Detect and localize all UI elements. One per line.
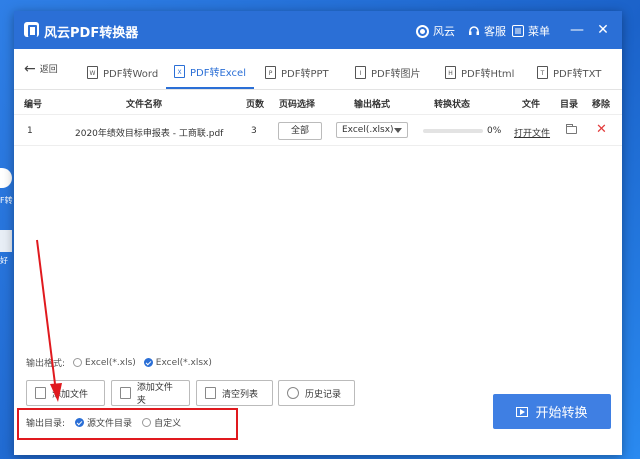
add-file-button[interactable]: 添加文件 bbox=[26, 380, 105, 406]
menu-icon bbox=[512, 25, 524, 37]
tab-pdf-ppt[interactable]: P PDF转PPT bbox=[265, 55, 329, 89]
menu-button[interactable]: 菜单 bbox=[512, 23, 550, 39]
file-txt-icon: T bbox=[537, 65, 548, 79]
tab-pdf-word[interactable]: W PDF转Word bbox=[87, 55, 158, 89]
table-row: 1 2020年绩效目标申报表 - 工商联.pdf 3 全部 Excel(.xls… bbox=[14, 118, 622, 146]
col-file: 文件 bbox=[522, 100, 541, 110]
close-button[interactable]: ✕ bbox=[592, 19, 614, 41]
radio-checked-icon bbox=[143, 358, 153, 367]
output-format-label: 输出格式: bbox=[26, 359, 66, 369]
add-file-label: 添加文件 bbox=[52, 389, 89, 400]
col-filename: 文件名称 bbox=[126, 100, 163, 110]
desktop-file-icon[interactable] bbox=[0, 230, 12, 252]
service-label: 客服 bbox=[484, 25, 506, 38]
file-ppt-icon: P bbox=[265, 65, 276, 79]
folder-icon[interactable] bbox=[566, 124, 577, 134]
app-title: 风云PDF转换器 bbox=[44, 26, 139, 41]
service-button[interactable]: 客服 bbox=[468, 23, 506, 39]
row-pages: 3 bbox=[251, 126, 257, 136]
row-index: 1 bbox=[27, 126, 33, 136]
desktop-app-label: F转 bbox=[0, 196, 13, 205]
menu-label: 菜单 bbox=[528, 25, 550, 38]
highlight-box bbox=[17, 408, 238, 440]
start-convert-label: 开始转换 bbox=[535, 406, 588, 421]
tab-bar: ← 返回 W PDF转Word X PDF转Excel P PDF转PPT I … bbox=[14, 49, 622, 90]
col-status: 转换状态 bbox=[434, 100, 471, 110]
history-button[interactable]: 历史记录 bbox=[278, 380, 355, 406]
col-page-select: 页码选择 bbox=[279, 100, 316, 110]
tab-pdf-html[interactable]: H PDF转Html bbox=[445, 55, 514, 89]
tab-pdf-excel[interactable]: X PDF转Excel bbox=[166, 55, 254, 89]
file-html-icon: H bbox=[445, 65, 456, 79]
folder-add-icon bbox=[120, 387, 131, 399]
open-file-link[interactable]: 打开文件 bbox=[514, 126, 550, 139]
desktop-app-icon[interactable] bbox=[0, 168, 12, 188]
add-folder-button[interactable]: 添加文件夹 bbox=[111, 380, 190, 406]
trash-icon bbox=[205, 387, 216, 399]
user-label: 风云 bbox=[433, 25, 455, 38]
tab-label: PDF转Word bbox=[103, 68, 159, 80]
row-filename: 2020年绩效目标申报表 - 工商联.pdf bbox=[75, 129, 224, 139]
col-dir: 目录 bbox=[560, 100, 579, 110]
col-pages: 页数 bbox=[246, 100, 265, 110]
tab-label: PDF转TXT bbox=[553, 68, 602, 80]
app-window: 风云PDF转换器 风云 客服 菜单 — ✕ ← 返回 W PDF转Word X … bbox=[14, 11, 622, 455]
file-word-icon: W bbox=[87, 65, 98, 79]
desktop-file-label: 好 bbox=[0, 256, 8, 265]
history-label: 历史记录 bbox=[305, 389, 342, 400]
clear-list-label: 清空列表 bbox=[222, 389, 259, 400]
headset-icon bbox=[469, 26, 479, 35]
output-format-row: 输出格式: Excel(*.xls) Excel(*.xlsx) bbox=[26, 356, 212, 370]
col-index: 编号 bbox=[24, 100, 43, 110]
clock-icon bbox=[287, 387, 299, 399]
chevron-down-icon bbox=[394, 128, 402, 133]
file-image-icon: I bbox=[355, 65, 366, 79]
format-option-label: Excel(*.xlsx) bbox=[155, 357, 212, 368]
format-option-xlsx[interactable]: Excel(*.xlsx) bbox=[143, 357, 212, 368]
table-header: 编号 文件名称 页数 页码选择 输出格式 转换状态 文件 目录 移除 bbox=[14, 92, 622, 115]
file-excel-icon: X bbox=[174, 64, 185, 78]
col-remove: 移除 bbox=[592, 100, 611, 110]
logo-icon bbox=[24, 22, 39, 37]
col-format: 输出格式 bbox=[354, 100, 391, 110]
format-select[interactable]: Excel(.xlsx) bbox=[336, 122, 408, 138]
add-folder-label: 添加文件夹 bbox=[136, 383, 173, 406]
file-add-icon bbox=[35, 387, 46, 399]
format-option-label: Excel(*.xls) bbox=[85, 357, 136, 368]
tab-label: PDF转Excel bbox=[190, 67, 246, 79]
progress-text: 0% bbox=[487, 126, 502, 136]
radio-icon bbox=[73, 358, 83, 367]
back-label: 返回 bbox=[39, 65, 58, 75]
remove-icon[interactable]: ✕ bbox=[596, 122, 607, 137]
tab-label: PDF转图片 bbox=[371, 68, 421, 80]
back-arrow-icon: ← bbox=[24, 60, 36, 77]
tab-pdf-txt[interactable]: T PDF转TXT bbox=[537, 55, 601, 89]
user-icon bbox=[416, 24, 429, 38]
tab-label: PDF转Html bbox=[461, 68, 515, 80]
play-icon bbox=[516, 406, 529, 417]
start-convert-button[interactable]: 开始转换 bbox=[493, 394, 611, 429]
minimize-button[interactable]: — bbox=[566, 19, 588, 41]
back-button[interactable]: ← 返回 bbox=[24, 60, 58, 77]
title-bar: 风云PDF转换器 风云 客服 菜单 — ✕ bbox=[14, 11, 622, 49]
tab-pdf-image[interactable]: I PDF转图片 bbox=[355, 55, 420, 89]
page-select-button[interactable]: 全部 bbox=[278, 122, 322, 140]
tab-label: PDF转PPT bbox=[281, 68, 329, 80]
clear-list-button[interactable]: 清空列表 bbox=[196, 380, 273, 406]
format-option-xls[interactable]: Excel(*.xls) bbox=[73, 358, 136, 368]
progress-bar bbox=[423, 129, 483, 133]
format-select-value: Excel(.xlsx) bbox=[342, 125, 394, 135]
user-button[interactable]: 风云 bbox=[416, 23, 455, 39]
